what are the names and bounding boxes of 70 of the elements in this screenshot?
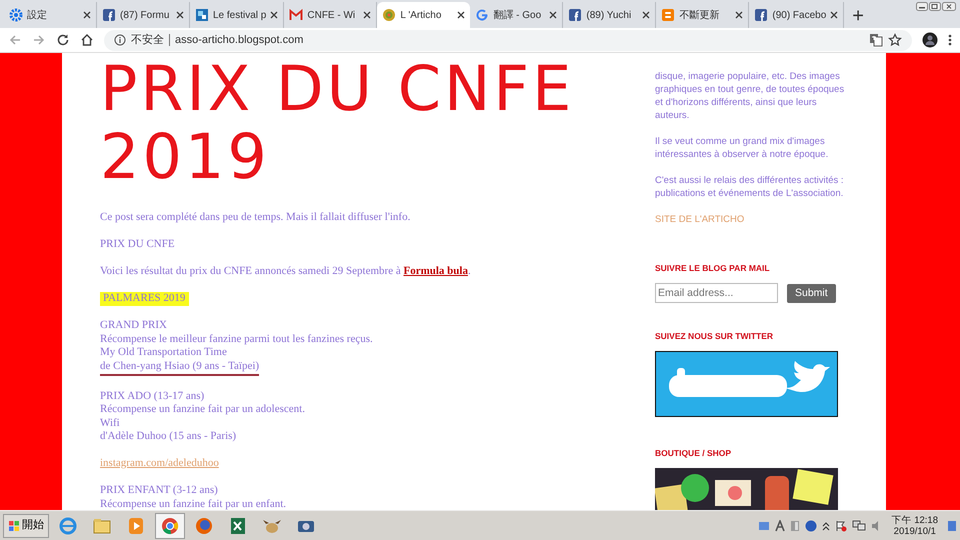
flag-icon[interactable]	[834, 520, 847, 532]
post-text: PRIX DU CNFE	[100, 238, 175, 252]
facebook-icon	[754, 8, 768, 22]
about-text: disque, imagerie populaire, etc. Des images graphiques en tout genre, de toutes époques et d'horizons différents, ainsi que leurs auteurs.	[655, 70, 844, 122]
section-heading: SUIVEZ NOUS SUR TWITTER	[655, 330, 774, 343]
close-icon[interactable]	[735, 11, 744, 19]
close-icon[interactable]	[270, 11, 278, 19]
menu-icon[interactable]	[948, 33, 952, 47]
post-text: Ce post sera complété dans peu de temps. Mais il fallait diffuser l'info.	[100, 211, 410, 224]
close-icon[interactable]	[83, 11, 91, 19]
post-text: Wifi	[100, 416, 120, 430]
section-heading: BOUTIQUE / SHOP	[655, 447, 732, 460]
gear-icon	[9, 8, 23, 22]
windows-icon	[8, 520, 20, 532]
home-icon[interactable]	[80, 33, 94, 47]
info-icon[interactable]	[114, 34, 126, 46]
post-text: Récompense un fanzine fait par un enfant.	[100, 498, 286, 510]
post-text: GRAND PRIX	[100, 319, 167, 332]
mail-icon	[289, 8, 304, 22]
about-text: C'est aussi le relais des différentes activités : publications et événements de L'association.	[655, 174, 844, 200]
close-icon[interactable]	[549, 11, 558, 19]
chevron-icon[interactable]	[822, 520, 830, 532]
close-icon[interactable]	[830, 11, 838, 19]
firefox-icon	[194, 516, 214, 536]
close-icon[interactable]	[176, 11, 184, 19]
post-text: PRIX ENFANT (3-12 ans)	[100, 484, 218, 498]
section-heading: SUIVRE LE BLOG PAR MAIL	[655, 262, 771, 275]
facebook-icon	[568, 8, 582, 22]
spreadsheet-icon	[228, 516, 248, 536]
network-icon[interactable]	[852, 520, 866, 532]
close-icon[interactable]	[642, 11, 650, 19]
reload-icon[interactable]	[56, 33, 70, 47]
minimize-icon[interactable]	[916, 2, 928, 11]
taskbar-app[interactable]	[155, 512, 185, 538]
font-icon[interactable]	[774, 520, 785, 532]
post-title: PRIX DU CNFE	[100, 55, 576, 123]
post-text: Récompense le meilleur fanzine parmi tout les fanzines reçus.	[100, 332, 373, 346]
facebook-icon	[102, 8, 116, 22]
new-tab-button[interactable]: +	[844, 6, 872, 28]
email-field[interactable]: Email address...	[655, 283, 778, 303]
translate-icon[interactable]	[869, 33, 883, 47]
taskbar-clock[interactable]: 下午 12:18 2019/10/1	[888, 514, 942, 536]
about-text: Il se veut comme un grand mix d'images intéressantes à observer à notre époque.	[655, 135, 828, 161]
restore-icon[interactable]	[929, 2, 941, 11]
close-icon[interactable]	[457, 11, 466, 19]
flower-icon	[382, 8, 396, 22]
submit-button[interactable]: Submit	[787, 284, 836, 302]
avatar-icon[interactable]	[922, 32, 938, 48]
post-title: 2019	[100, 123, 271, 191]
post-text: Récompense un fanzine fait par un adolescent.	[100, 403, 305, 416]
highlighted-heading: PALMARES 2019	[100, 292, 190, 306]
play-icon	[126, 516, 146, 536]
google-icon	[475, 8, 490, 22]
post-text: My Old Transportation Time	[100, 346, 227, 360]
browser-tab[interactable]: L 'Articho	[377, 2, 470, 28]
url-field[interactable]: asso-articho.blogspot.com	[175, 32, 864, 48]
post-text: de Chen-yang Hsiao (9 ans - Taïpei)	[100, 360, 260, 376]
close-icon[interactable]	[942, 2, 956, 11]
security-label: 不安全	[131, 32, 164, 48]
star-icon[interactable]	[888, 33, 902, 47]
chrome-icon	[160, 516, 180, 536]
post-text: PRIX ADO (13-17 ans)	[100, 390, 204, 403]
tile-icon	[195, 8, 209, 22]
post-text: d'Adèle Duhoo (15 ans - Paris)	[100, 430, 236, 444]
formula-bula-link[interactable]: Formula bula	[403, 265, 468, 277]
blogger-icon	[661, 8, 676, 22]
post-text: Voici les résultat du prix du CNFE annoncés samedi 29 Septembre à Formula bula.	[100, 265, 471, 278]
start-button[interactable]: 開始	[3, 514, 49, 538]
browser-icon	[58, 516, 78, 536]
close-icon[interactable]	[363, 11, 372, 19]
